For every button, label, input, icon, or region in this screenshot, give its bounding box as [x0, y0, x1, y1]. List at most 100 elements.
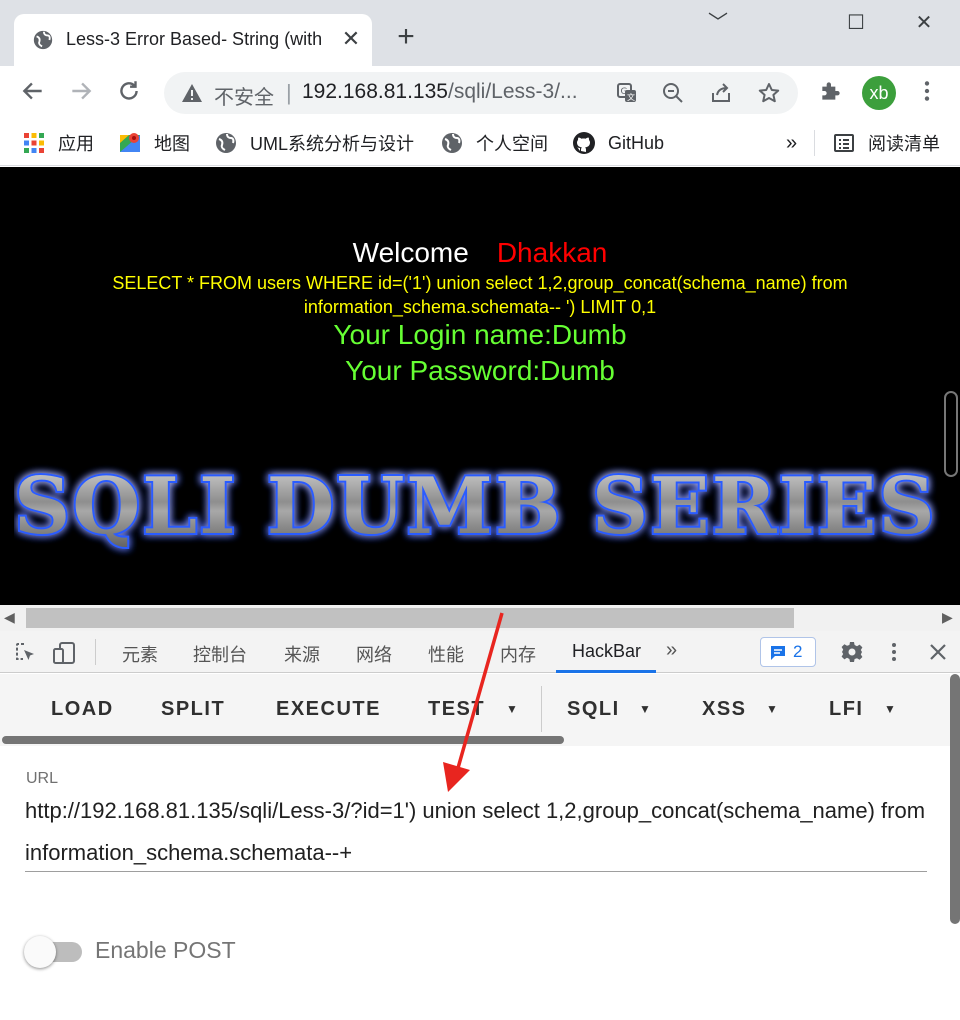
bookmark-star-icon	[758, 83, 780, 103]
annotation-arrow-head	[443, 762, 470, 792]
browser-tab[interactable]: Less-3 Error Based- String (with Twist) …	[14, 14, 372, 66]
omnibox-separator: |	[286, 80, 292, 105]
devtools-tab-bar: 元素 控制台 来源 网络 性能 内存 HackBar » 2	[0, 631, 960, 673]
reload-icon[interactable]	[114, 78, 144, 108]
devtools-more-tabs-button[interactable]: »	[666, 639, 677, 662]
extensions-puzzle-icon[interactable]	[816, 78, 846, 108]
bookmark-label: 个人空间	[476, 134, 548, 154]
bookmarks-divider	[814, 130, 815, 156]
scroll-left-arrow-icon[interactable]: ◀	[4, 609, 15, 626]
issues-counter-button[interactable]: 2	[760, 637, 816, 667]
devtools-tab-memory[interactable]: 内存	[500, 641, 536, 667]
zoom-out-icon	[663, 83, 683, 103]
device-toolbar-icon[interactable]	[52, 641, 78, 670]
bookmark-label: UML系统分析与设计	[250, 134, 415, 154]
horizontal-scroll-thumb[interactable]	[26, 608, 794, 628]
devtools-tab-sources[interactable]: 来源	[284, 641, 320, 667]
inspect-element-icon[interactable]	[14, 641, 38, 670]
devtools-tab-elements[interactable]: 元素	[122, 641, 158, 667]
devtools-tab-network[interactable]: 网络	[356, 641, 392, 667]
hackbar-sqli-button[interactable]: SQLI	[567, 698, 620, 721]
enable-post-toggle-knob[interactable]	[24, 936, 56, 968]
share-icon	[712, 83, 730, 102]
minimize-icon[interactable]: ﹀	[698, 8, 738, 38]
forward-arrow-icon[interactable]	[66, 78, 96, 108]
bookmarks-bar: 应用 地图 UML系统分析与设计 个人空间 GitHub » 阅读清单	[0, 120, 960, 166]
devtools-close-icon[interactable]	[926, 640, 950, 669]
bookmark-personal-space[interactable]: 个人空间	[440, 128, 548, 158]
devtools-menu-kebab-icon[interactable]	[882, 640, 906, 669]
translate-icon: G文	[617, 83, 636, 102]
devtools-divider	[95, 639, 96, 665]
page-viewport: Welcome Dhakkan SELECT * FROM users WHERE…	[0, 167, 960, 605]
bookmark-maps[interactable]: 地图	[118, 128, 190, 158]
url-host: 192.168.81.135	[302, 80, 448, 103]
hackbar-lfi-button[interactable]: LFI	[829, 698, 864, 721]
bookmark-github[interactable]: GitHub	[572, 128, 664, 158]
hackbar-xss-button[interactable]: XSS	[702, 698, 747, 721]
window-close-icon[interactable]: ✕	[904, 8, 944, 38]
profile-avatar[interactable]: xb	[862, 76, 896, 110]
settings-gear-icon[interactable]	[840, 640, 864, 669]
translate-icon[interactable]: G文	[614, 81, 640, 107]
settings-gear-icon	[841, 642, 863, 662]
bookmark-uml[interactable]: UML系统分析与设计	[214, 128, 414, 158]
device-toolbar-icon	[53, 642, 75, 664]
tab-close-icon[interactable]: ✕	[336, 24, 366, 54]
hackbar-test-button[interactable]: TEST	[428, 698, 485, 721]
bookmarks-overflow-button[interactable]: »	[786, 128, 797, 158]
reading-list-button[interactable]: 阅读清单	[832, 128, 940, 158]
reading-list-label: 阅读清单	[868, 134, 940, 154]
forward-arrow-icon	[72, 82, 92, 100]
globe-icon	[33, 30, 53, 50]
enable-post-label: Enable POST	[95, 937, 236, 963]
address-bar[interactable]: 不安全 | 192.168.81.135/sqli/Less-3/... G文	[164, 72, 798, 114]
share-icon[interactable]	[708, 81, 734, 107]
welcome-line: Welcome Dhakkan	[0, 237, 960, 269]
xss-caret-icon[interactable]: ▼	[766, 702, 778, 716]
url-textarea[interactable]: http://192.168.81.135/sqli/Less-3/?id=1'…	[25, 790, 927, 872]
menu-kebab-icon[interactable]	[912, 78, 942, 108]
bookmark-apps[interactable]: 应用	[22, 128, 94, 158]
extensions-puzzle-icon	[822, 82, 840, 100]
sql-query-text: SELECT * FROM users WHERE id=('1') union…	[112, 273, 848, 317]
maximize-icon[interactable]: ☐	[836, 8, 876, 38]
svg-text:文: 文	[627, 92, 635, 102]
back-arrow-icon[interactable]	[18, 78, 48, 108]
horizontal-scrollbar[interactable]: ◀ ▶	[0, 605, 960, 631]
sqli-caret-icon[interactable]: ▼	[639, 702, 651, 716]
lfi-caret-icon[interactable]: ▼	[884, 702, 896, 716]
inspect-element-icon	[16, 643, 34, 660]
bookmark-label: 应用	[58, 134, 94, 154]
hackbar-load-button[interactable]: LOAD	[51, 698, 114, 721]
menu-kebab-icon	[924, 81, 930, 101]
message-icon	[771, 646, 785, 660]
maps-icon	[120, 133, 140, 152]
devtools-tab-console[interactable]: 控制台	[193, 641, 247, 667]
scroll-right-arrow-icon[interactable]: ▶	[942, 609, 953, 626]
devtools-tab-performance[interactable]: 性能	[428, 641, 464, 667]
tab-title: Less-3 Error Based- String (with Twist)	[66, 29, 324, 49]
hackbar-horizontal-scroll-thumb[interactable]	[2, 736, 564, 744]
hackbar-split-button[interactable]: SPLIT	[161, 698, 225, 721]
banner-text: SQLI DUMB SERIES	[14, 461, 937, 552]
welcome-name: Dhakkan	[496, 237, 608, 268]
page-scroll-indicator[interactable]	[944, 391, 958, 477]
sqli-dumb-series-banner: SQLI DUMB SERIES	[14, 459, 937, 554]
browser-toolbar: 不安全 | 192.168.81.135/sqli/Less-3/... G文 …	[0, 66, 960, 120]
test-caret-icon[interactable]: ▼	[506, 702, 518, 716]
back-arrow-icon	[22, 82, 42, 100]
zoom-out-icon[interactable]	[660, 81, 686, 107]
hackbar-execute-button[interactable]: EXECUTE	[276, 698, 381, 721]
devtools-vertical-scroll-thumb[interactable]	[950, 674, 960, 924]
reload-icon	[120, 81, 138, 100]
bookmark-star-icon[interactable]	[756, 81, 782, 107]
login-name-text: Your Login name:Dumb	[333, 319, 627, 350]
devtools-menu-kebab-icon	[892, 643, 896, 661]
apps-grid-icon	[24, 133, 44, 153]
url-path: /sqli/Less-3/...	[447, 80, 578, 103]
password-text: Your Password:Dumb	[345, 355, 615, 386]
devtools-tab-hackbar[interactable]: HackBar	[572, 641, 641, 662]
new-tab-button[interactable]: +	[390, 22, 422, 54]
devtools-close-icon	[930, 644, 946, 660]
